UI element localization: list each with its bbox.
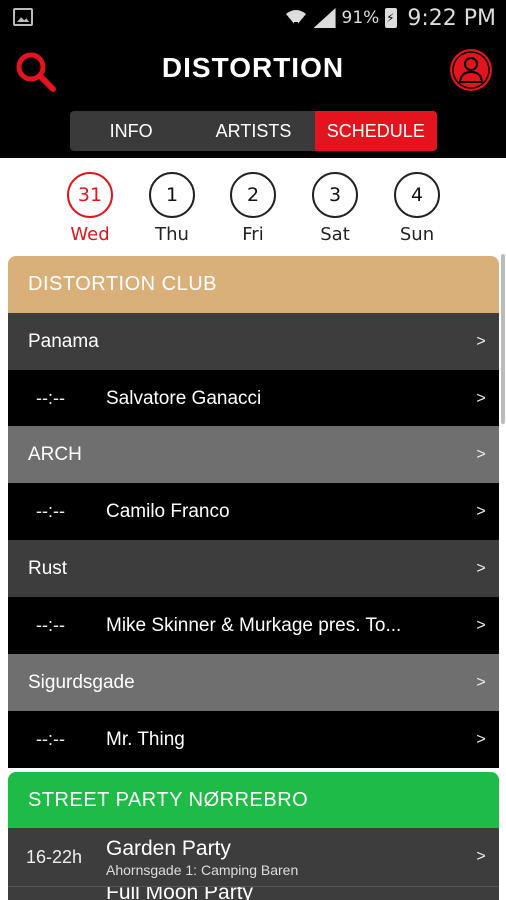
app-header: DISTORTION — [0, 36, 506, 108]
day-fri[interactable]: 2 Fri — [230, 172, 276, 245]
day-label: Thu — [155, 224, 189, 245]
event-name: Garden Party — [106, 836, 231, 860]
schedule-list[interactable]: DISTORTION CLUB Panama > --:-- Salvatore… — [0, 254, 506, 900]
venue-label: Panama — [28, 330, 99, 352]
page-title: DISTORTION — [161, 52, 345, 83]
act-name: Camilo Franco — [106, 500, 230, 522]
venue-label: Rust — [28, 557, 68, 579]
event-time: 16-22h — [26, 846, 83, 867]
event-location: Ahornsgade 1: Camping Baren — [106, 861, 299, 878]
day-thu[interactable]: 1 Thu — [149, 172, 195, 245]
day-sat[interactable]: 3 Sat — [312, 172, 358, 245]
signal-icon — [313, 8, 336, 28]
event-name: Full Moon Party — [106, 886, 254, 900]
chevron-right-icon: > — [476, 389, 486, 407]
tab-info[interactable]: INFO — [70, 111, 192, 151]
act-row-camilo-franco[interactable]: --:-- Camilo Franco > — [8, 483, 499, 540]
act-name: Mr. Thing — [106, 728, 185, 750]
segmented-tabs: INFO ARTISTS SCHEDULE — [70, 111, 437, 151]
day-number: 4 — [394, 172, 440, 218]
day-sun[interactable]: 4 Sun — [394, 172, 440, 245]
day-number: 31 — [67, 172, 113, 218]
day-label: Sat — [320, 224, 350, 245]
day-label: Fri — [242, 224, 264, 245]
event-row-full-moon-party[interactable]: Full Moon Party — [8, 886, 499, 900]
venue-row-panama[interactable]: Panama > — [8, 313, 499, 370]
act-time: --:-- — [36, 615, 65, 635]
act-time: --:-- — [36, 501, 65, 521]
act-row-mike-skinner[interactable]: --:-- Mike Skinner & Murkage pres. To...… — [8, 597, 499, 654]
day-label: Sun — [399, 224, 435, 245]
clock: 9:22 PM — [407, 5, 496, 31]
scrollbar[interactable] — [501, 254, 505, 424]
day-selector: 31 Wed 1 Thu 2 Fri 3 Sat 4 Sun — [0, 158, 506, 254]
chevron-right-icon: > — [476, 502, 486, 520]
event-row-garden-party[interactable]: 16-22h Garden Party Ahornsgade 1: Campin… — [8, 828, 499, 886]
section-header-street-party: STREET PARTY NØRREBRO — [8, 772, 499, 829]
day-number: 1 — [149, 172, 195, 218]
act-time: --:-- — [36, 729, 65, 749]
venue-row-rust[interactable]: Rust > — [8, 540, 499, 597]
section-header-distortion-club: DISTORTION CLUB — [8, 256, 499, 313]
act-row-mr-thing[interactable]: --:-- Mr. Thing > — [8, 711, 499, 768]
chevron-right-icon: > — [476, 559, 486, 577]
status-bar: 91% 9:22 PM — [0, 0, 506, 36]
day-number: 3 — [312, 172, 358, 218]
wifi-icon — [284, 8, 308, 28]
chevron-right-icon: > — [476, 616, 486, 634]
tab-schedule[interactable]: SCHEDULE — [314, 111, 437, 151]
venue-label: ARCH — [28, 443, 82, 465]
battery-charging-icon — [385, 8, 398, 28]
chevron-right-icon: > — [476, 332, 486, 350]
tab-bar-container: INFO ARTISTS SCHEDULE — [0, 108, 506, 158]
act-row-salvatore-ganacci[interactable]: --:-- Salvatore Ganacci > — [8, 370, 499, 427]
chevron-right-icon: > — [476, 445, 486, 463]
day-label: Wed — [70, 224, 110, 245]
act-name: Salvatore Ganacci — [106, 387, 262, 409]
venue-row-sigurdsgade[interactable]: Sigurdsgade > — [8, 654, 499, 711]
tab-artists[interactable]: ARTISTS — [192, 111, 314, 151]
chevron-right-icon: > — [476, 673, 486, 691]
chevron-right-icon: > — [476, 848, 486, 865]
battery-percent: 91% — [341, 8, 380, 28]
act-name: Mike Skinner & Murkage pres. To... — [106, 614, 402, 636]
day-wed[interactable]: 31 Wed — [67, 172, 113, 245]
profile-icon[interactable] — [448, 47, 494, 93]
day-number: 2 — [230, 172, 276, 218]
chevron-right-icon: > — [476, 730, 486, 748]
venue-label: Sigurdsgade — [28, 671, 135, 693]
venue-row-arch[interactable]: ARCH > — [8, 426, 499, 483]
act-time: --:-- — [36, 388, 65, 408]
image-icon — [13, 8, 33, 26]
